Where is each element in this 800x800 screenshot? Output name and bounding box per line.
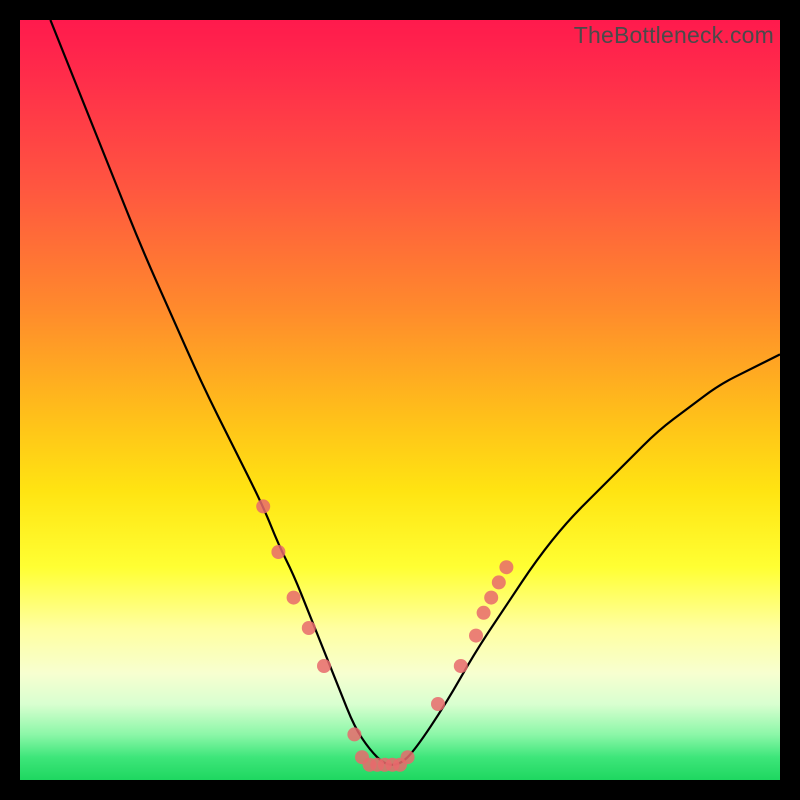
data-point [271,545,285,559]
data-point [401,750,415,764]
data-point [477,606,491,620]
outer-frame: TheBottleneck.com [0,0,800,800]
data-point [492,575,506,589]
data-point [256,499,270,513]
data-point [287,591,301,605]
curve-layer [20,20,780,780]
data-point [431,697,445,711]
data-point [484,591,498,605]
bottleneck-curve [50,20,780,765]
data-point [317,659,331,673]
data-points [256,499,513,771]
data-point [469,629,483,643]
data-point [499,560,513,574]
watermark-text: TheBottleneck.com [574,22,774,49]
data-point [347,727,361,741]
plot-area: TheBottleneck.com [20,20,780,780]
data-point [454,659,468,673]
data-point [302,621,316,635]
